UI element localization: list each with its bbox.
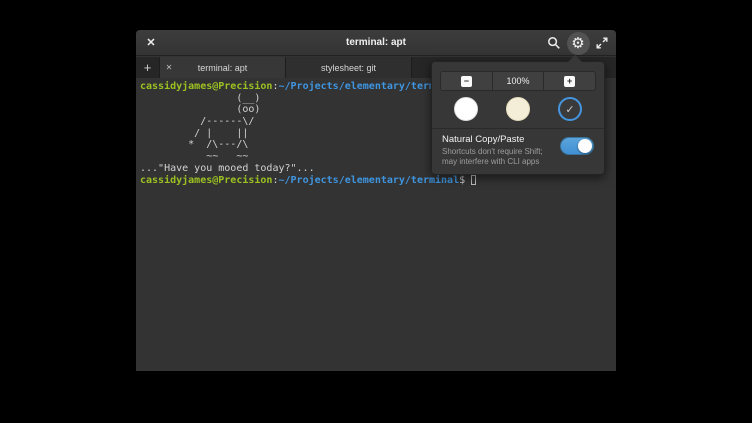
window-close-button[interactable]: ✕ — [138, 30, 164, 56]
tab-close-icon[interactable]: ✕ — [160, 63, 178, 72]
popover-arrow — [568, 55, 582, 62]
theme-solarized-light-swatch[interactable] — [506, 97, 530, 121]
terminal-cursor — [471, 175, 476, 185]
gear-icon: ⚙ — [567, 32, 590, 55]
check-icon: ✓ — [565, 103, 574, 116]
settings-button[interactable]: ⚙ — [566, 31, 590, 55]
natural-copy-paste-section: Natural Copy/Paste Shortcuts don't requi… — [442, 134, 594, 167]
prompt-user-host: cassidyjames@Precision — [140, 81, 272, 92]
search-icon — [547, 36, 561, 50]
theme-switcher: ✓ — [454, 97, 582, 121]
theme-dark-swatch[interactable]: ✓ — [558, 97, 582, 121]
search-button[interactable] — [542, 31, 566, 55]
settings-popover: − 100% + ✓ Natural Copy/Paste — [431, 61, 605, 175]
zoom-out-button[interactable]: − — [441, 72, 492, 90]
zoom-in-icon: + — [564, 76, 575, 87]
prompt-path: ~/Projects/elementary/terminal — [278, 175, 459, 186]
zoom-in-button[interactable]: + — [543, 72, 595, 90]
prompt-symbol: $ — [459, 175, 465, 186]
zoom-reset-button[interactable]: 100% — [492, 72, 544, 90]
fullscreen-button[interactable] — [590, 31, 614, 55]
header-bar: ✕ terminal: apt ⚙ — [136, 30, 616, 56]
plus-icon: + — [144, 60, 152, 75]
zoom-out-icon: − — [461, 76, 472, 87]
natural-copy-paste-toggle[interactable] — [560, 137, 594, 155]
theme-light-swatch[interactable] — [454, 97, 478, 121]
prompt-line: cassidyjames@Precision:~/Projects/elemen… — [140, 175, 612, 187]
popover-divider — [432, 128, 604, 129]
toggle-knob — [578, 139, 592, 153]
terminal-window: ✕ terminal: apt ⚙ — [136, 30, 616, 371]
zoom-control-group: − 100% + — [440, 71, 596, 91]
fullscreen-icon — [596, 37, 608, 49]
new-tab-button[interactable]: + — [136, 57, 160, 78]
tab-terminal-apt[interactable]: ✕ terminal: apt — [160, 57, 286, 78]
tab-label: stylesheet: git — [286, 63, 411, 73]
tab-stylesheet-git[interactable]: stylesheet: git — [286, 57, 412, 78]
tab-label: terminal: apt — [178, 63, 285, 73]
prompt-user-host: cassidyjames@Precision — [140, 175, 272, 186]
zoom-level-label: 100% — [506, 76, 529, 86]
desktop-background: ✕ terminal: apt ⚙ — [0, 0, 752, 423]
close-icon: ✕ — [146, 36, 155, 49]
